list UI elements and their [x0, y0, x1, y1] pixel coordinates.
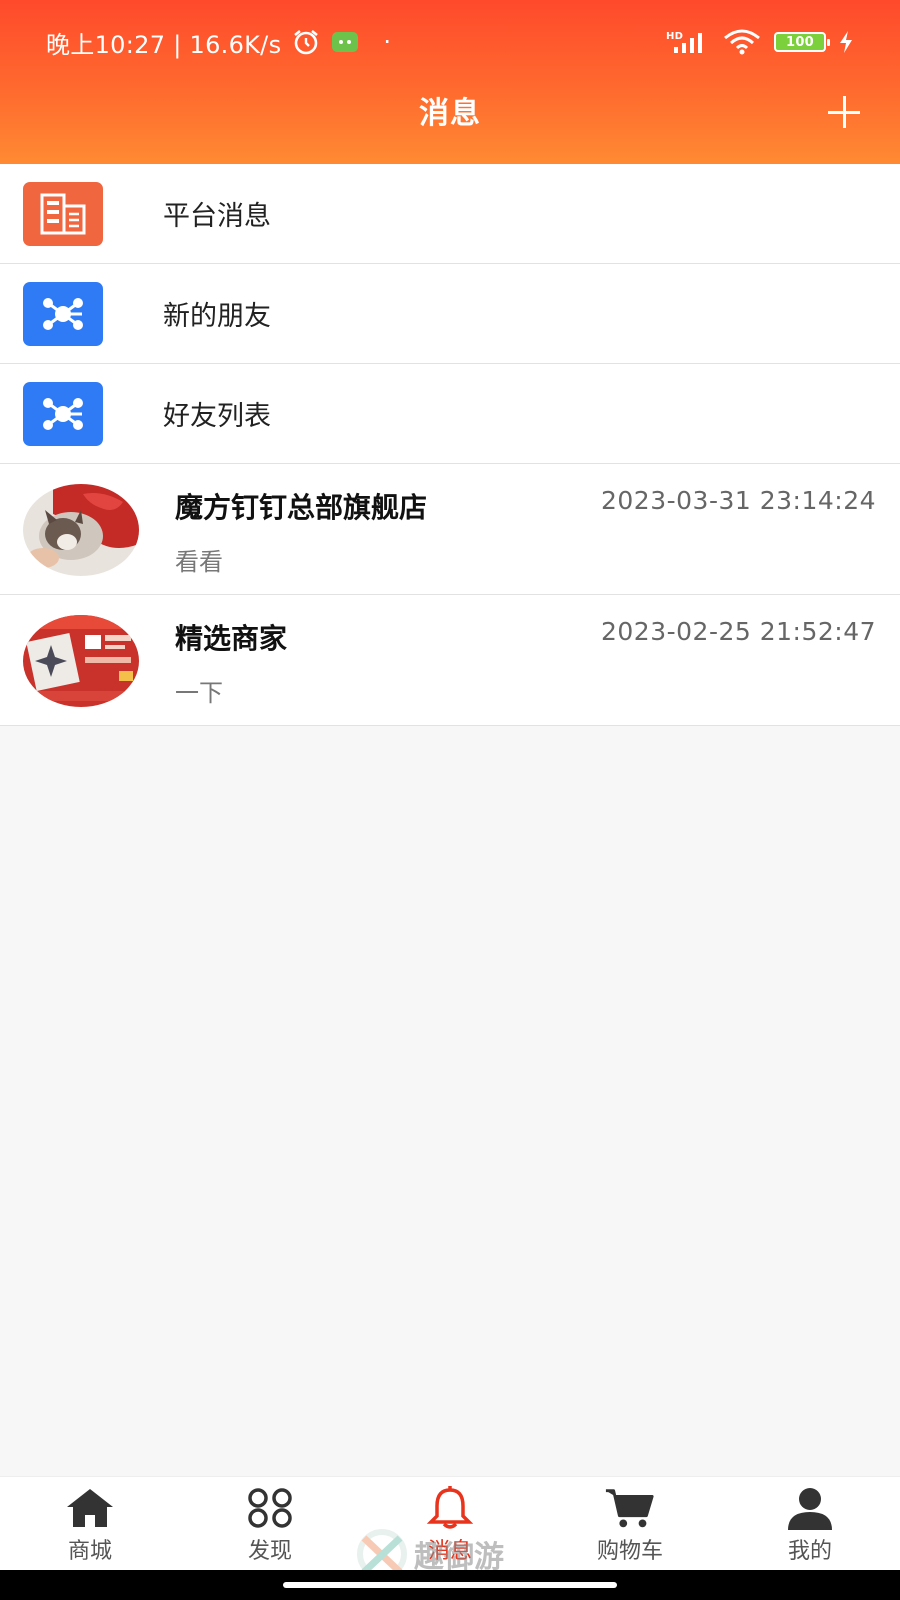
tab-label: 商城 — [67, 1539, 112, 1564]
tab-label: 发现 — [247, 1539, 292, 1564]
charging-icon — [838, 30, 854, 54]
chat-item[interactable]: 魔方钉钉总部旗舰店 2023-03-31 23:14:24 看看 — [0, 464, 900, 595]
chat-time: 2023-02-25 21:52:47 — [600, 617, 876, 646]
chat-time: 2023-03-31 23:14:24 — [600, 486, 876, 515]
add-icon[interactable] — [826, 94, 862, 130]
alarm-icon — [291, 29, 321, 55]
friend-list-row[interactable]: 好友列表 — [0, 364, 900, 464]
chat-preview: 看看 — [175, 548, 223, 576]
status-bar: 晚上10:27 | 16.6K/s · HD 100 — [0, 22, 900, 62]
chat-preview: 一下 — [175, 679, 223, 707]
signal-icon: HD — [666, 29, 710, 55]
discover-icon — [244, 1485, 296, 1531]
menu-label: 好友列表 — [163, 401, 271, 432]
tab-cart[interactable]: 购物车 — [540, 1477, 720, 1570]
tab-label: 我的 — [787, 1539, 832, 1564]
menu-label: 平台消息 — [163, 201, 271, 232]
status-dot: · — [383, 28, 392, 56]
menu-label: 新的朋友 — [163, 301, 271, 332]
system-navigation-bar — [0, 1570, 900, 1600]
page-title: 消息 — [419, 96, 481, 131]
app-header: 晚上10:27 | 16.6K/s · HD 100 消息 — [0, 0, 900, 164]
user-icon — [784, 1485, 836, 1531]
network-icon — [23, 281, 103, 346]
home-icon — [64, 1485, 116, 1531]
status-time-speed: 晚上10:27 | 16.6K/s — [46, 30, 282, 59]
product-promo-avatar — [23, 615, 139, 707]
chat-item[interactable]: 精选商家 2023-02-25 21:52:47 一下 — [0, 595, 900, 726]
status-left: 晚上10:27 | 16.6K/s · — [46, 25, 391, 60]
new-friends-row[interactable]: 新的朋友 — [0, 264, 900, 364]
cat-photo-avatar — [23, 484, 139, 576]
svg-text:HD: HD — [666, 31, 683, 42]
cart-icon — [604, 1485, 656, 1531]
tab-profile[interactable]: 我的 — [720, 1477, 900, 1570]
wifi-icon — [722, 28, 762, 56]
tab-discover[interactable]: 发现 — [180, 1477, 360, 1570]
chat-name: 魔方钉钉总部旗舰店 — [175, 491, 428, 524]
network-icon — [23, 381, 103, 446]
home-indicator[interactable] — [283, 1582, 617, 1588]
status-right: HD 100 — [666, 28, 854, 56]
document-icon — [23, 181, 103, 246]
bell-icon — [424, 1485, 476, 1531]
tab-mall[interactable]: 商城 — [0, 1477, 180, 1570]
tab-label: 购物车 — [596, 1539, 663, 1564]
message-list: 平台消息 新的朋友 好友列表 魔方钉钉总部旗舰店 2023-03-31 23:1… — [0, 164, 900, 726]
platform-messages-row[interactable]: 平台消息 — [0, 164, 900, 264]
battery-level: 100 — [785, 34, 815, 50]
battery-icon: 100 — [774, 32, 830, 52]
chat-name: 精选商家 — [175, 622, 288, 655]
app-notification-icon — [331, 30, 359, 54]
